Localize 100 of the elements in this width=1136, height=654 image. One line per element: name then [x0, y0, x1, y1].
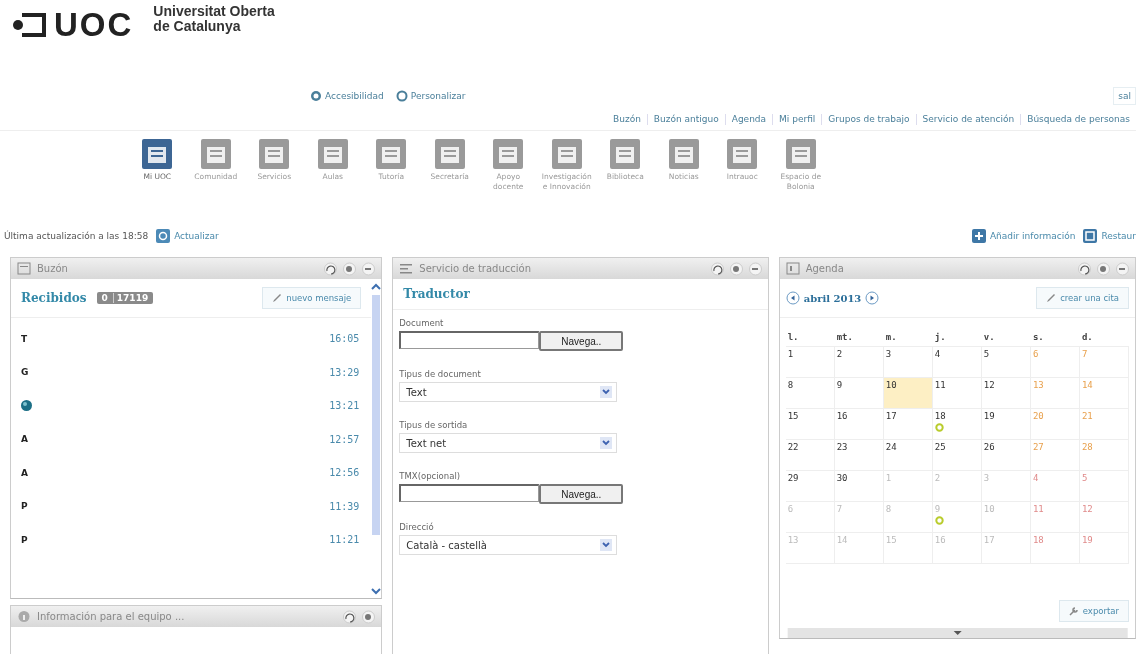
calendar-day[interactable]: 22	[785, 440, 835, 471]
calendar-day[interactable]: 10	[883, 378, 933, 409]
nav-link[interactable]: Búsqueda de personas	[1027, 114, 1130, 124]
university-name: de Catalunya	[153, 19, 242, 34]
file-field[interactable]	[399, 484, 540, 502]
calendar-day[interactable]: 19	[981, 409, 1031, 440]
calendar-day[interactable]: 21	[1079, 409, 1129, 440]
message-row[interactable]: A 12:56	[21, 458, 360, 487]
calendar-day[interactable]: 15	[785, 409, 835, 440]
settings-icon[interactable]	[362, 609, 376, 624]
calendar-day[interactable]: 12	[1079, 502, 1129, 533]
restore-link[interactable]: Restaur	[1083, 229, 1136, 243]
translator-heading: Traductor	[403, 287, 470, 301]
message-row[interactable]: A 12:57	[21, 420, 360, 458]
calendar-day[interactable]: 12	[981, 378, 1031, 409]
calendar-day[interactable]: 13	[1030, 378, 1080, 409]
weekday-label: d.	[1079, 328, 1129, 347]
calendar-day[interactable]: 2	[834, 347, 884, 378]
browse-button[interactable]: Navega..	[539, 484, 624, 504]
nav-link[interactable]: Buzón	[613, 114, 641, 124]
minimize-icon[interactable]	[362, 261, 376, 276]
settings-icon[interactable]	[1097, 261, 1110, 276]
calendar-day[interactable]: 5	[1079, 471, 1129, 502]
folder-title: Recibidos	[21, 291, 87, 305]
refresh-icon[interactable]	[343, 609, 357, 624]
minimize-icon[interactable]	[748, 261, 762, 276]
nav-link[interactable]: Buzón antiguo	[653, 114, 719, 124]
dropdown[interactable]: Català - castellà	[399, 535, 618, 555]
message-count: 0 17119	[96, 292, 154, 304]
calendar-day[interactable]: 6	[1030, 347, 1080, 378]
field-label: TMX(opcional)	[399, 471, 462, 481]
wrench-icon	[1068, 606, 1079, 616]
calendar-day[interactable]: 4	[1030, 471, 1080, 502]
chevron-down-icon	[600, 539, 613, 551]
weekday-label: mt.	[834, 328, 884, 347]
message-row[interactable]: G 13:29	[21, 353, 360, 391]
field-label: Direcció	[399, 522, 435, 532]
file-field[interactable]	[399, 331, 540, 349]
plus-icon	[971, 229, 986, 243]
sender-initial: P	[21, 534, 28, 545]
sender-initial: A	[21, 467, 28, 478]
calendar-day[interactable]: 27	[1030, 440, 1080, 471]
calendar-day[interactable]: 16	[834, 409, 884, 440]
refresh-icon[interactable]	[1078, 261, 1091, 276]
calendar-day[interactable]: 29	[785, 471, 835, 502]
calendar-day[interactable]: 5	[981, 347, 1031, 378]
utility-link[interactable]: Personalizar	[395, 90, 466, 102]
previous-icon[interactable]	[785, 291, 800, 305]
calendar-day[interactable]: 23	[834, 440, 884, 471]
refresh-icon[interactable]	[710, 261, 724, 276]
calendar-day[interactable]: 11	[1030, 502, 1080, 533]
calendar-day[interactable]: 9	[834, 378, 884, 409]
calendar-day[interactable]: 30	[834, 471, 884, 502]
refresh-icon[interactable]	[324, 261, 338, 276]
calendar-day[interactable]: 1	[785, 347, 835, 378]
message-time: 16:05	[329, 333, 360, 344]
export-button[interactable]: exportar	[1058, 600, 1129, 622]
nav-link[interactable]: Agenda	[731, 114, 767, 124]
calendar-day[interactable]: 25	[932, 440, 982, 471]
settings-icon[interactable]	[343, 261, 357, 276]
calendar-day[interactable]: 18	[932, 409, 982, 440]
message-row[interactable]: P 11:21	[21, 525, 360, 554]
calendar-day[interactable]: 24	[883, 440, 933, 471]
calendar-day[interactable]: 4	[932, 347, 982, 378]
calendar-day[interactable]: 8	[785, 378, 835, 409]
calendar-day[interactable]: 7	[1079, 347, 1129, 378]
browse-button[interactable]: Navega..	[539, 331, 624, 351]
minimize-icon[interactable]	[1116, 261, 1129, 276]
calendar-day[interactable]: 17	[883, 409, 933, 440]
calendar-day[interactable]: 19	[1079, 533, 1129, 564]
dropdown[interactable]: Text net	[399, 433, 618, 453]
next-icon[interactable]	[865, 291, 880, 305]
create-event-button[interactable]: crear una cita	[1036, 287, 1129, 309]
field-label: Document	[399, 318, 445, 328]
ring-icon	[395, 90, 408, 102]
message-time: 11:21	[329, 534, 360, 545]
nav-link[interactable]: Mi perfil	[779, 114, 816, 124]
calendar-day[interactable]: 14	[1079, 378, 1129, 409]
nav-link[interactable]: Servicio de atención	[922, 114, 1015, 124]
add-info-link[interactable]: Añadir información	[971, 229, 1076, 243]
weekday-label: l.	[785, 328, 835, 347]
message-time: 12:56	[329, 467, 360, 478]
panel-title: Buzón	[37, 263, 68, 274]
dropdown[interactable]: Text	[399, 382, 618, 402]
message-row[interactable]: T 16:05	[21, 324, 360, 353]
message-row[interactable]: 13:21	[21, 391, 360, 420]
new-message-button[interactable]: nuevo mensaje	[262, 287, 362, 309]
message-time: 13:21	[329, 400, 360, 411]
calendar-day[interactable]: 28	[1079, 440, 1129, 471]
calendar-day[interactable]: 20	[1030, 409, 1080, 440]
utility-link[interactable]: Accesibilidad	[310, 90, 384, 102]
refresh-link[interactable]: Actualizar	[156, 229, 219, 243]
settings-icon[interactable]	[729, 261, 743, 276]
calendar-day[interactable]: 18	[1030, 533, 1080, 564]
calendar-day[interactable]: 11	[932, 378, 982, 409]
calendar-day[interactable]: 26	[981, 440, 1031, 471]
nav-link[interactable]: Grupos de trabajo	[828, 114, 910, 124]
translate-icon	[399, 262, 414, 275]
logout-link[interactable]: sal	[1113, 87, 1136, 105]
message-row[interactable]: P 11:39	[21, 487, 360, 525]
